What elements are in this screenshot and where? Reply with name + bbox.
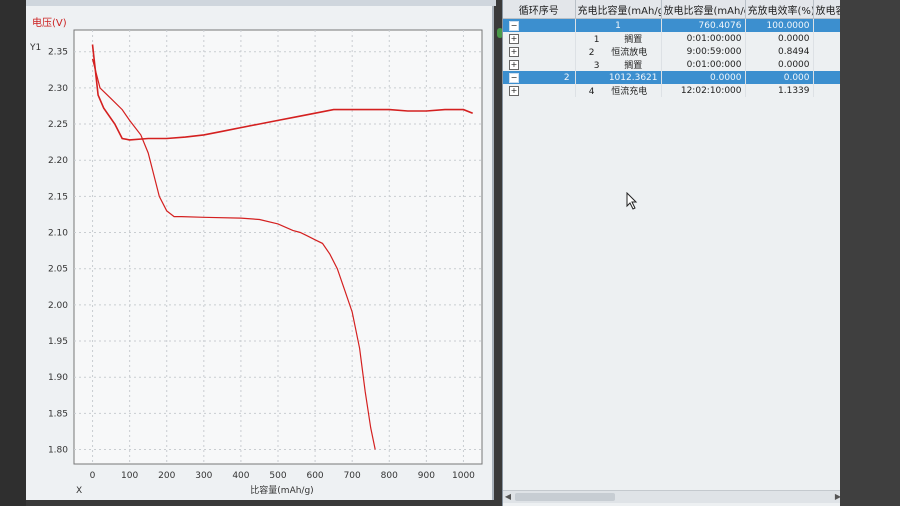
x-tick-label: 500 <box>269 471 286 481</box>
x-tick-label: 300 <box>195 471 212 481</box>
table-row[interactable]: − 1 760.4076 100.0000 <box>503 18 844 32</box>
cell-value: 0.0000 <box>745 58 814 71</box>
table-row[interactable]: − 2 1012.3621 0.0000 0.000 <box>503 71 844 84</box>
cell-discharge: 0.0000 <box>661 71 746 84</box>
col-efficiency[interactable]: 充放电效率(%) <box>745 0 814 19</box>
x-tick-label: 700 <box>344 471 361 481</box>
col-cycle-number[interactable]: 循环序号 <box>503 0 576 19</box>
y-tick-label: 1.90 <box>48 373 68 383</box>
y-tick-label: 2.20 <box>48 156 68 166</box>
y-tick-label: 1.95 <box>48 337 68 347</box>
cell-value: 0.8494 <box>745 45 814 58</box>
series-title: 电压(V) <box>32 16 67 29</box>
col-charge-capacity[interactable]: 充电比容量(mAh/g) <box>575 0 662 19</box>
x-tick-label: 800 <box>381 471 398 481</box>
cell-time: 12:02:10:000 <box>661 84 746 97</box>
expand-icon[interactable]: + <box>509 59 519 70</box>
cell-time: 9:00:59:000 <box>661 45 746 58</box>
y-tick-label: 1.80 <box>48 446 68 456</box>
cycle-number: 1 <box>575 18 662 32</box>
monitor-bezel-right <box>840 0 900 506</box>
table-row[interactable]: + 4 恒流充电 12:02:10:000 1.1339 <box>503 84 844 97</box>
step-number: 2 <box>588 48 595 58</box>
y-tick-label: 2.00 <box>48 301 68 311</box>
step-number: 3 <box>593 61 600 71</box>
step-name: 恒流充电 <box>611 87 648 97</box>
data-grid-panel: 循环序号 充电比容量(mAh/g) 放电比容量(mAh/g) 充放电效率(%) … <box>502 0 844 506</box>
table-row[interactable]: + 2 恒流放电 9:00:59:000 0.8494 <box>503 45 844 58</box>
x-tick-label: 400 <box>232 471 249 481</box>
step-name: 恒流放电 <box>611 48 648 58</box>
x-tick-label: 100 <box>121 471 138 481</box>
col-discharge-capacity[interactable]: 放电比容量(mAh/g) <box>661 0 746 19</box>
cell-charge: 1012.3621 <box>575 71 662 84</box>
chart-panel: 2.35 2.30 2.25 2.20 2.15 2.10 2.05 2.00 1.95 1.90… <box>26 6 494 500</box>
cell-time: 0:01:00:000 <box>661 58 746 71</box>
x-tick-label: 0 <box>90 471 96 481</box>
scrollbar-thumb[interactable] <box>515 493 615 501</box>
collapse-icon[interactable]: − <box>509 72 519 83</box>
mouse-cursor-icon <box>626 192 638 210</box>
step-number: 1 <box>593 35 600 45</box>
cell-value: 0.0000 <box>745 32 814 45</box>
cell-efficiency: 100.0000 <box>745 18 814 32</box>
y-tick-label: 2.30 <box>48 84 68 94</box>
expand-icon[interactable]: + <box>509 85 519 96</box>
table-row[interactable]: + 1 搁置 0:01:00:000 0.0000 <box>503 32 844 45</box>
y-tick-label: 2.10 <box>48 229 68 239</box>
horizontal-scrollbar[interactable]: ◀ ▶ <box>503 490 843 503</box>
x-tick-label: 1000 <box>452 471 475 481</box>
col-discharge-amount[interactable]: 放电容量 <box>813 0 844 19</box>
y-tick-label: 2.35 <box>48 48 68 58</box>
cell-discharge: 760.4076 <box>661 18 746 32</box>
step-name: 搁置 <box>624 35 643 45</box>
step-name: 搁置 <box>624 61 643 71</box>
scroll-left-icon[interactable]: ◀ <box>503 491 513 503</box>
y-tick-label: 2.25 <box>48 120 68 130</box>
expand-icon[interactable]: + <box>509 33 519 44</box>
cycle-table: 循环序号 充电比容量(mAh/g) 放电比容量(mAh/g) 充放电效率(%) … <box>503 0 844 97</box>
x-tick-label: 900 <box>418 471 435 481</box>
voltage-capacity-chart: 2.35 2.30 2.25 2.20 2.15 2.10 2.05 2.00 1.95 1.90… <box>29 16 483 496</box>
y-tick-label: 2.05 <box>48 265 68 275</box>
cell-time: 0:01:00:000 <box>661 32 746 45</box>
y-tick-label: 2.15 <box>48 192 68 202</box>
table-row[interactable]: + 3 搁置 0:01:00:000 0.0000 <box>503 58 844 71</box>
x-axis-label: 比容量(mAh/g) <box>250 484 313 496</box>
step-number: 4 <box>588 87 595 97</box>
collapse-icon[interactable]: − <box>509 20 519 31</box>
monitor-bezel-left <box>0 0 26 506</box>
expand-icon[interactable]: + <box>509 46 519 57</box>
y-tick-label: 1.85 <box>48 409 68 419</box>
table-header-row: 循环序号 充电比容量(mAh/g) 放电比容量(mAh/g) 充放电效率(%) … <box>503 0 844 19</box>
x-tick-label: 600 <box>306 471 323 481</box>
y-axis-name: Y1 <box>29 43 41 53</box>
cell-value: 1.1339 <box>745 84 814 97</box>
x-tick-label: 200 <box>158 471 175 481</box>
cycle-number: 2 <box>563 72 570 83</box>
x-axis-marker: X <box>76 486 82 496</box>
cell-efficiency: 0.000 <box>745 71 814 84</box>
